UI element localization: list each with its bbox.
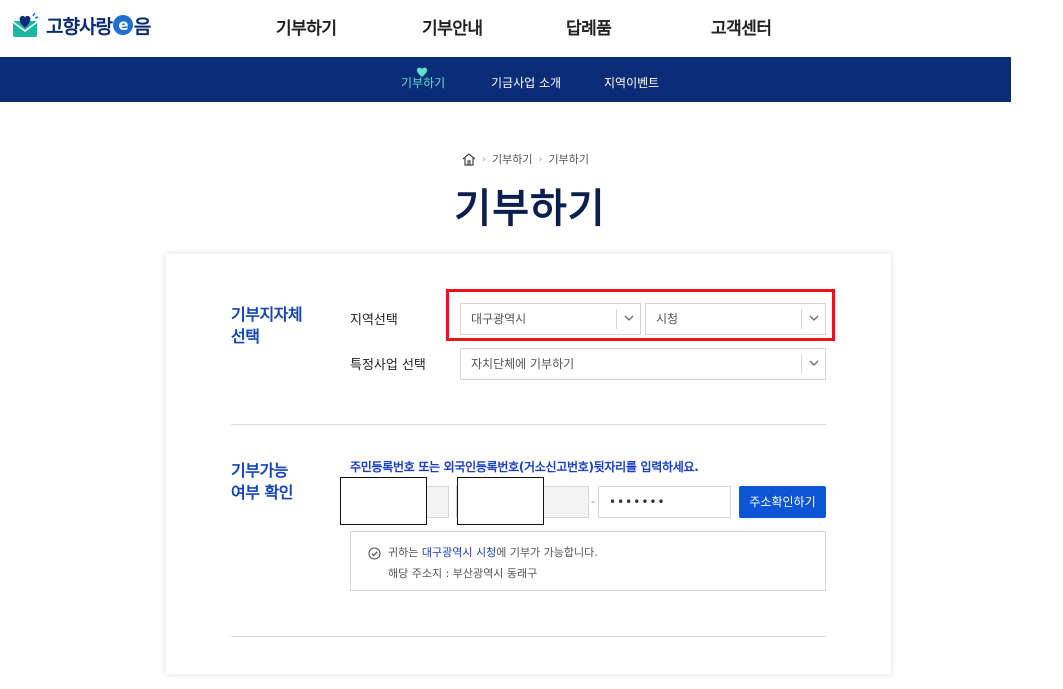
chevron-down-icon	[616, 309, 640, 329]
id-number-notice: 주민등록번호 또는 외국인등록번호(거소신고번호)뒷자리를 입력하세요.	[350, 460, 699, 474]
logo-text: 고향사랑 e 음	[46, 12, 152, 39]
logo-e-mark: e	[112, 15, 133, 35]
result-suffix: 에 기부가 가능합니다.	[496, 546, 598, 559]
result-prefix: 귀하는	[388, 546, 422, 559]
region-select[interactable]: 대구광역시	[460, 303, 641, 335]
breadcrumb-separator: ›	[538, 153, 543, 165]
nav-donation-guide[interactable]: 기부안내	[422, 14, 483, 39]
region-label: 지역선택	[350, 313, 398, 328]
subnav-fund-projects[interactable]: 기금사업 소개	[491, 74, 561, 91]
home-icon[interactable]	[462, 152, 476, 166]
subnav-donate[interactable]: 기부하기	[401, 74, 445, 91]
result-highlight: 대구광역시 시청	[421, 546, 497, 559]
redaction-box	[340, 477, 427, 525]
section-title-line: 여부 확인	[231, 483, 293, 502]
city-select[interactable]: 시청	[645, 303, 826, 335]
section-divider	[231, 636, 826, 637]
city-select-value: 시청	[656, 312, 679, 326]
project-select-value: 자치단체에 기부하기	[471, 357, 575, 371]
active-heart-icon	[416, 62, 428, 77]
chevron-down-icon	[801, 309, 825, 329]
eligibility-result-box: 귀하는 대구광역시 시청에 기부가 가능합니다. 해당 주소지 : 부산광역시 …	[350, 531, 826, 591]
top-header: 고향사랑 e 음 기부하기 기부안내 답례품 고객센터	[0, 0, 1011, 57]
id-dash: -	[591, 495, 595, 508]
region-select-value: 대구광역시	[471, 312, 527, 326]
breadcrumb-item[interactable]: 기부하기	[548, 151, 588, 167]
breadcrumb: › 기부하기 › 기부하기	[462, 151, 589, 167]
address-check-button[interactable]: 주소확인하기	[739, 486, 826, 518]
project-label: 특정사업 선택	[350, 358, 426, 373]
logo-text-main: 고향사랑	[46, 15, 113, 38]
chevron-down-icon	[801, 354, 825, 374]
section-title-line: 기부지자체	[231, 305, 303, 324]
id-back-password-input[interactable]: •••••••	[598, 486, 731, 518]
check-circle-icon	[368, 545, 381, 560]
section-title-local-gov: 기부지자체 선택	[231, 304, 303, 348]
eligibility-result-text: 귀하는 대구광역시 시청에 기부가 가능합니다.	[388, 544, 598, 560]
breadcrumb-item[interactable]: 기부하기	[492, 151, 532, 167]
nav-donate[interactable]: 기부하기	[276, 14, 337, 39]
section-title-line: 기부가능	[231, 461, 288, 480]
site-logo[interactable]: 고향사랑 e 음	[12, 10, 152, 40]
page-title: 기부하기	[454, 186, 606, 232]
redaction-box	[457, 477, 544, 525]
section-title-line: 선택	[231, 327, 260, 346]
logo-heart-mail-icon	[12, 12, 40, 38]
subnav-local-events[interactable]: 지역이벤트	[604, 74, 659, 91]
project-select[interactable]: 자치단체에 기부하기	[460, 348, 826, 380]
nav-customer-center[interactable]: 고객센터	[711, 14, 772, 39]
section-divider	[231, 424, 826, 425]
nav-gifts[interactable]: 답례품	[566, 14, 612, 39]
section-title-eligibility: 기부가능 여부 확인	[231, 460, 293, 504]
breadcrumb-separator: ›	[482, 153, 486, 165]
logo-text-end: 음	[133, 15, 152, 38]
result-address: 해당 주소지 : 부산광역시 동래구	[388, 567, 538, 580]
